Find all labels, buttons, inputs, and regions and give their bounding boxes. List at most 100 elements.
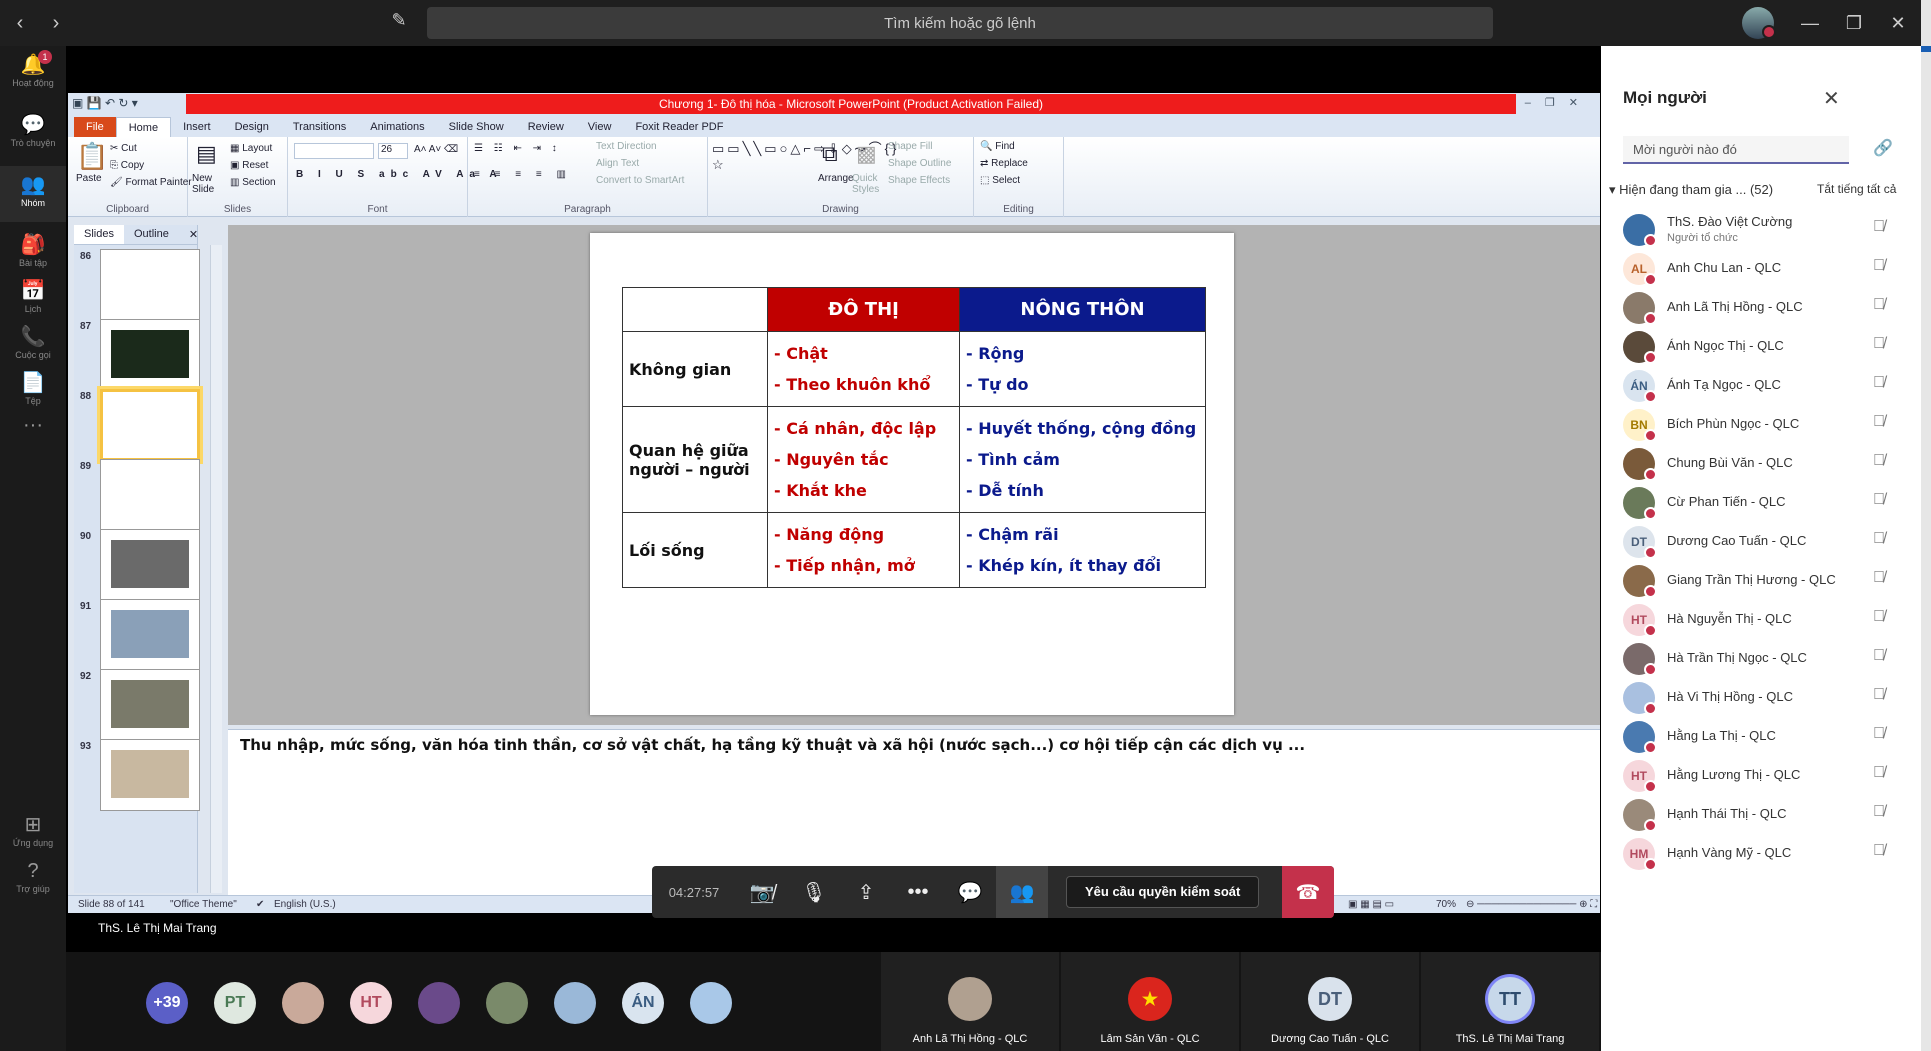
participant-row[interactable]: HM Hạnh Vàng Mỹ - QLC 🎙̸ <box>1623 836 1923 872</box>
close-people-icon[interactable]: ✕ <box>1823 86 1840 111</box>
participant-row[interactable]: HT Hằng Lương Thị - QLC 🎙̸ <box>1623 758 1923 794</box>
more-actions-icon[interactable]: ••• <box>892 866 944 918</box>
thumbnail-scrollbar[interactable] <box>210 245 222 893</box>
participant-avatar[interactable]: ÁN <box>622 982 664 1024</box>
participant-avatar[interactable]: HT <box>350 982 392 1024</box>
ribbon-tab-design[interactable]: Design <box>223 117 281 137</box>
slide-thumbnail[interactable] <box>100 599 200 671</box>
mute-all-button[interactable]: Tắt tiếng tất cả <box>1817 182 1896 196</box>
mic-muted-icon[interactable]: 🎙̸ <box>1873 842 1885 860</box>
ribbon-tab-review[interactable]: Review <box>516 117 576 137</box>
slides-tab[interactable]: Slides <box>74 225 124 244</box>
reset-button[interactable]: ▣ Reset <box>230 160 268 171</box>
mic-off-icon[interactable]: 🎙 <box>788 866 840 918</box>
layout-button[interactable]: ▦ Layout <box>230 143 272 154</box>
participant-row[interactable]: Hà Trần Thị Ngọc - QLC 🎙̸ <box>1623 641 1923 677</box>
zoom-slider[interactable]: ⊖ ────────────── ⊕ ⛶ <box>1466 899 1597 910</box>
participant-tile[interactable]: DT Dương Cao Tuấn - QLC <box>1241 952 1419 1051</box>
participant-row[interactable]: Hạnh Thái Thị - QLC 🎙̸ <box>1623 797 1923 833</box>
participant-avatar[interactable] <box>282 982 324 1024</box>
mic-muted-icon[interactable]: 🎙̸ <box>1873 686 1885 704</box>
mic-muted-icon[interactable]: 🎙̸ <box>1873 218 1885 236</box>
mic-muted-icon[interactable]: 🎙̸ <box>1873 725 1885 743</box>
cut-button[interactable]: ✂ Cut <box>110 143 137 154</box>
replace-button[interactable]: ⇄ Replace <box>980 158 1028 169</box>
participant-tile[interactable]: ★ Lâm Sản Văn - QLC <box>1061 952 1239 1051</box>
invite-input[interactable]: Mời người nào đó <box>1623 136 1849 164</box>
search-input[interactable]: Tìm kiếm hoặc gõ lệnh <box>427 7 1493 39</box>
ribbon-tab-animations[interactable]: Animations <box>358 117 436 137</box>
spellcheck-icon[interactable]: ✔ <box>256 899 264 910</box>
align-buttons[interactable]: ≡ ≡ ≡ ≡ ▥ <box>474 169 572 180</box>
rail-item-bell[interactable]: 🔔 Hoạt động 1 <box>0 46 66 102</box>
shape-outline-button[interactable]: Shape Outline <box>888 158 951 169</box>
close-panel-icon[interactable]: ✕ <box>179 225 208 244</box>
mic-muted-icon[interactable]: 🎙̸ <box>1873 296 1885 314</box>
ribbon-tab-home[interactable]: Home <box>115 117 172 137</box>
grow-font-icon[interactable]: A˄ A˅ ⌫ <box>414 144 458 155</box>
format-painter-button[interactable]: 🖌 Format Painter <box>110 177 192 188</box>
participant-row[interactable]: DT Dương Cao Tuấn - QLC 🎙̸ <box>1623 524 1923 560</box>
ppt-window-controls[interactable]: –❐✕ <box>1525 96 1592 109</box>
ribbon-tab-file[interactable]: File <box>74 117 116 137</box>
compose-icon[interactable]: ✎ <box>386 10 412 36</box>
participant-avatar[interactable] <box>418 982 460 1024</box>
mic-muted-icon[interactable]: 🎙̸ <box>1873 335 1885 353</box>
participants-section-header[interactable]: ▾ Hiện đang tham gia ... (52) Tắt tiếng … <box>1609 182 1929 198</box>
participant-row[interactable]: Giang Trần Thị Hương - QLC 🎙̸ <box>1623 563 1923 599</box>
quick-styles-icon[interactable]: ▩ <box>856 141 877 167</box>
share-link-icon[interactable]: 🔗 <box>1873 138 1893 158</box>
participant-row[interactable]: Cừ Phan Tiến - QLC 🎙̸ <box>1623 485 1923 521</box>
convert-smartart-button[interactable]: Convert to SmartArt <box>596 175 684 186</box>
new-slide-button[interactable]: New Slide <box>192 173 226 195</box>
copy-button[interactable]: ⎘ Copy <box>110 160 144 171</box>
participant-row[interactable]: HT Hà Nguyễn Thị - QLC 🎙̸ <box>1623 602 1923 638</box>
participant-row[interactable]: ÁN Ánh Tạ Ngọc - QLC 🎙̸ <box>1623 368 1923 404</box>
slide-thumbnail[interactable] <box>100 669 200 741</box>
slide-thumbnail[interactable] <box>97 386 203 464</box>
slide-thumbnail[interactable] <box>100 529 200 601</box>
overflow-participants[interactable]: +39 <box>146 982 188 1024</box>
slide-thumbnail[interactable] <box>100 319 200 391</box>
hang-up-icon[interactable]: ☎ <box>1282 866 1334 918</box>
mic-muted-icon[interactable]: 🎙̸ <box>1873 452 1885 470</box>
mic-muted-icon[interactable]: 🎙̸ <box>1873 608 1885 626</box>
participant-tile[interactable]: TT ThS. Lê Thị Mai Trang <box>1421 952 1599 1051</box>
select-button[interactable]: ⬚ Select <box>980 175 1020 186</box>
text-direction-button[interactable]: Text Direction <box>596 141 657 152</box>
participant-avatar[interactable] <box>554 982 596 1024</box>
maximize-icon[interactable]: ❐ <box>1834 8 1874 38</box>
mic-muted-icon[interactable]: 🎙̸ <box>1873 530 1885 548</box>
participant-row[interactable]: ThS. Đào Việt Cường Người tổ chức 🎙̸ <box>1623 212 1923 248</box>
forward-icon[interactable]: › <box>40 7 72 39</box>
chat-icon[interactable]: 💬 <box>944 866 996 918</box>
rail-item-help[interactable]: ? Trợ giúp <box>0 852 66 908</box>
participant-tile[interactable]: Anh Lã Thị Hồng - QLC <box>881 952 1059 1051</box>
mic-muted-icon[interactable]: 🎙̸ <box>1873 374 1885 392</box>
participant-row[interactable]: AL Anh Chu Lan - QLC 🎙̸ <box>1623 251 1923 287</box>
participants-icon[interactable]: 👥 <box>996 866 1048 918</box>
profile-avatar[interactable] <box>1742 7 1776 39</box>
rail-item-more[interactable]: ··· <box>0 406 66 462</box>
rail-item-chat[interactable]: 💬 Trò chuyện <box>0 106 66 162</box>
participant-avatar[interactable] <box>690 982 732 1024</box>
back-icon[interactable]: ‹ <box>4 7 36 39</box>
participant-row[interactable]: Anh Lã Thị Hồng - QLC 🎙̸ <box>1623 290 1923 326</box>
arrange-button[interactable]: Arrange <box>818 173 854 184</box>
share-screen-icon[interactable]: ⇪ <box>840 866 892 918</box>
camera-off-icon[interactable]: 📷̸ <box>736 866 788 918</box>
list-buttons[interactable]: ☰ ☷ ⇤ ⇥ ↕ <box>474 143 561 154</box>
arrange-icon[interactable]: ⧉ <box>822 141 838 167</box>
mic-muted-icon[interactable]: 🎙̸ <box>1873 647 1885 665</box>
participant-avatar[interactable] <box>486 982 528 1024</box>
slide-thumbnail[interactable] <box>100 249 200 321</box>
current-slide[interactable]: ĐÔ THỊ NÔNG THÔN Không gian - Chật - The… <box>590 233 1234 715</box>
participant-row[interactable]: Hà Vi Thị Hồng - QLC 🎙̸ <box>1623 680 1923 716</box>
mic-muted-icon[interactable]: 🎙̸ <box>1873 803 1885 821</box>
close-icon[interactable]: ✕ <box>1878 8 1918 38</box>
mic-muted-icon[interactable]: 🎙̸ <box>1873 569 1885 587</box>
mic-muted-icon[interactable]: 🎙̸ <box>1873 413 1885 431</box>
shapes-gallery[interactable]: ▭▭╲╲▭○△⌐⇨⇩◇↝⌒{}☆ <box>712 141 896 173</box>
slide-thumbnail[interactable] <box>100 459 200 531</box>
rail-item-teams[interactable]: 👥 Nhóm <box>0 166 66 222</box>
